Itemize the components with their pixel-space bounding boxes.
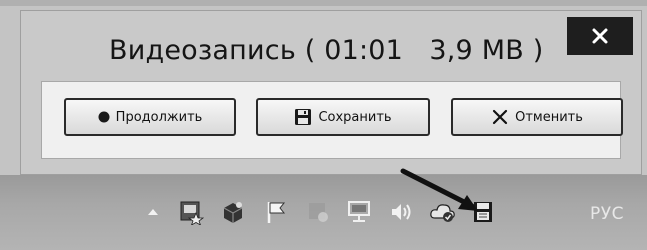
cancel-x-icon: [491, 108, 509, 126]
close-icon: [591, 27, 609, 45]
volume-icon[interactable]: [386, 197, 416, 227]
save-button-label: Сохранить: [318, 109, 392, 125]
cancel-button[interactable]: Отменить: [451, 98, 623, 136]
action-button-panel: Продолжить Сохранить Отменить: [41, 81, 623, 159]
action-center-flag-icon[interactable]: [262, 197, 292, 227]
top-edge: [0, 0, 647, 6]
video-recorder-window: Видеозапись ( 01:01 3,9 MB ) Продолжить: [20, 10, 642, 175]
window-title: Видеозапись ( 01:01 3,9 MB ): [109, 35, 544, 66]
show-hidden-icons-arrow-icon[interactable]: [138, 197, 168, 227]
cancel-button-label: Отменить: [515, 109, 583, 125]
language-indicator[interactable]: РУС: [590, 204, 624, 224]
app-box-icon[interactable]: [218, 197, 248, 227]
continue-button-label: Продолжить: [115, 109, 203, 125]
save-button[interactable]: Сохранить: [256, 98, 430, 136]
faded-app-icon[interactable]: [303, 197, 333, 227]
continue-button[interactable]: Продолжить: [64, 98, 236, 136]
monitor-network-icon[interactable]: [344, 197, 374, 227]
save-recording-icon[interactable]: [468, 197, 498, 227]
floppy-disk-icon: [294, 108, 312, 126]
screenshot-frame: Видеозапись ( 01:01 3,9 MB ) Продолжить: [0, 0, 647, 250]
close-button[interactable]: [567, 17, 633, 55]
title-bar: Видеозапись ( 01:01 3,9 MB ): [21, 11, 641, 81]
network-star-icon[interactable]: [176, 197, 206, 227]
taskbar: РУС: [0, 175, 647, 250]
cloud-sync-icon[interactable]: [428, 197, 458, 227]
record-dot-icon: [98, 111, 110, 123]
